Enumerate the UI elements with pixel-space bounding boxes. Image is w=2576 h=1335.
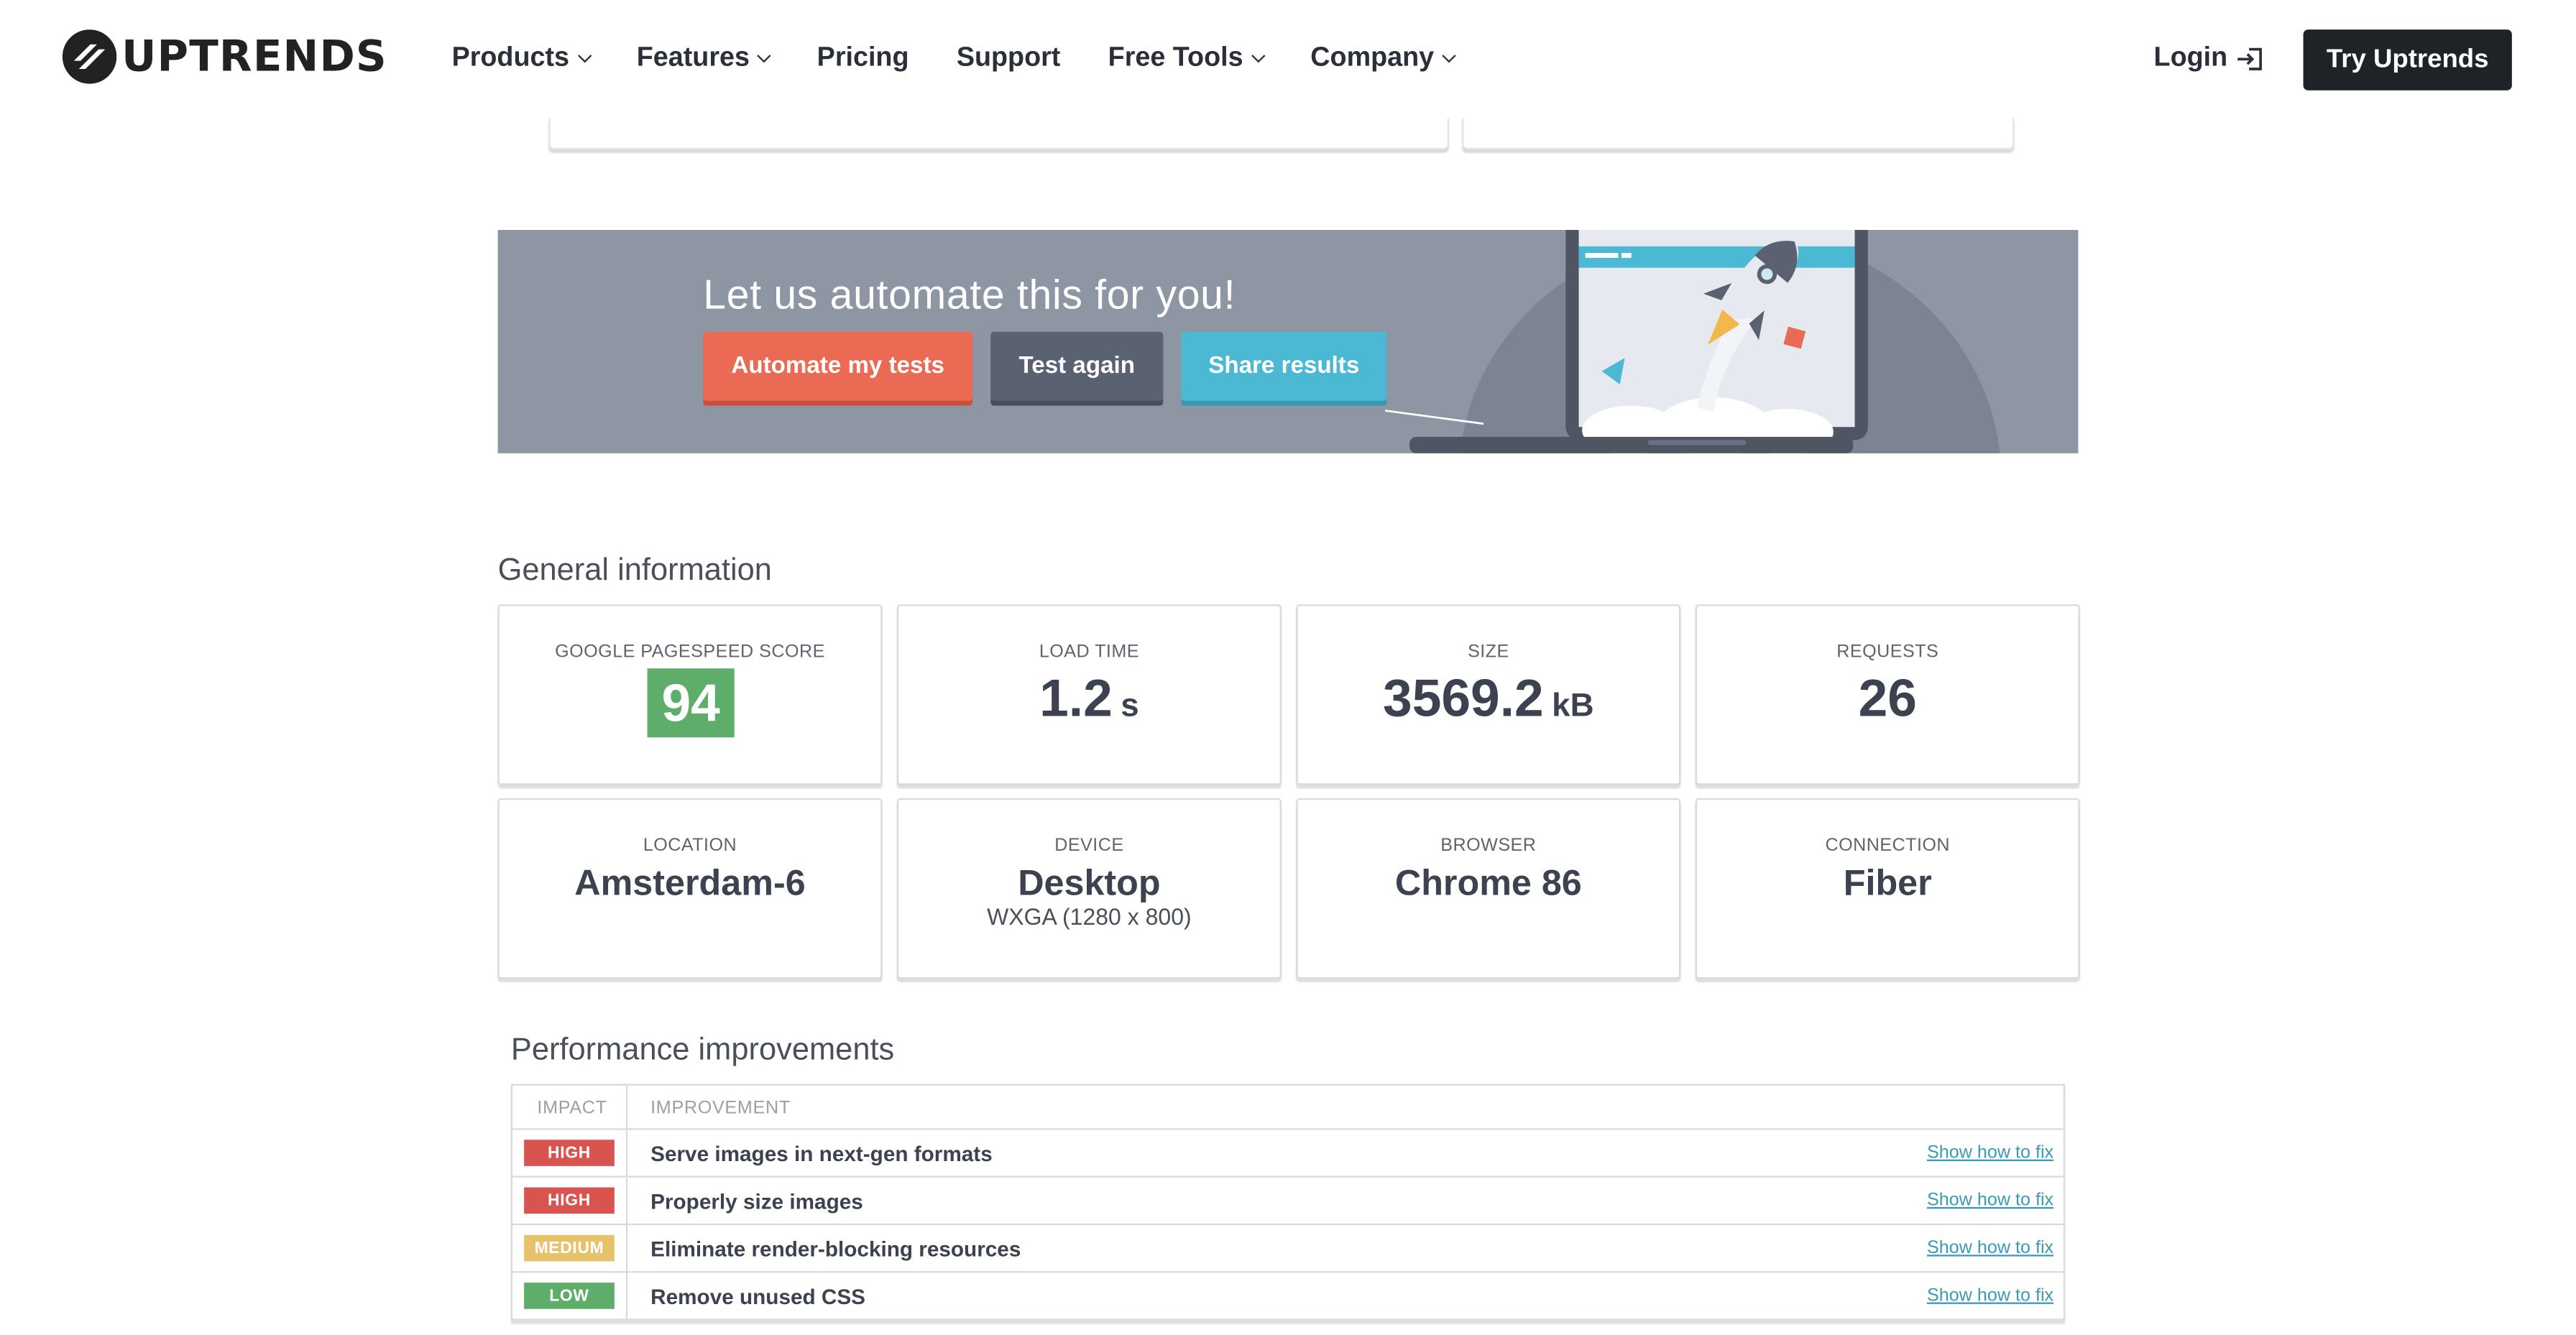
table-row: HIGH Properly size images Show how to fi… [512,1175,2064,1226]
device-value: Desktop [1018,861,1161,904]
menu-support-label: Support [956,42,1061,73]
performance-improvements-title: Performance improvements [510,1033,895,1068]
impact-badge-medium: MEDIUM [524,1234,615,1262]
chevron-down-icon [576,47,592,63]
chevron-down-icon [1442,47,1456,63]
test-again-button[interactable]: Test again [990,331,1164,401]
uptrends-logo[interactable]: UPTRENDS [62,29,387,84]
requests-card: REQUESTS 26 [1695,604,2080,785]
show-how-to-fix-link[interactable]: Show how to fix [1927,1238,2053,1257]
impact-badge-high: HIGH [524,1187,615,1214]
connection-card: CONNECTION Fiber [1695,798,2080,979]
location-card: LOCATION Amsterdam-6 [497,798,883,979]
performance-table: IMPACT IMPROVEMENT HIGH Serve images in … [510,1084,2066,1321]
menu-company-label: Company [1310,42,1435,73]
menu-free-tools-label: Free Tools [1108,42,1243,73]
menu-company[interactable]: Company [1310,42,1456,73]
device-resolution: WXGA (1280 x 800) [987,903,1192,930]
load-time-value-wrap: 1.2 s [898,668,1279,729]
uptrends-logo-icon [62,29,117,84]
automate-banner: Let us automate this for you! Automate m… [497,229,2079,453]
login-link[interactable]: Login [2154,42,2266,73]
requests-value: 26 [1858,668,1917,728]
device-label: DEVICE [1054,836,1124,856]
show-how-to-fix-link[interactable]: Show how to fix [1927,1191,2053,1210]
logo-text: UPTRENDS [121,32,387,82]
table-row: LOW Remove unused CSS Show how to fix [512,1271,2064,1321]
load-time-unit: s [1121,688,1139,724]
browser-label: BROWSER [1440,836,1537,856]
size-card: SIZE 3569.2 kB [1296,604,1681,785]
table-row: HIGH Serve images in next-gen formats Sh… [512,1128,2064,1178]
menu-pricing[interactable]: Pricing [817,42,909,73]
show-how-to-fix-link[interactable]: Show how to fix [1927,1143,2053,1163]
pagespeed-score-badge: 94 [647,668,735,738]
load-time-card: LOAD TIME 1.2 s [896,604,1282,785]
load-time-label: LOAD TIME [1039,642,1139,662]
top-navigation: UPTRENDS Products Features Pricing Suppo… [0,0,2576,119]
menu-products[interactable]: Products [451,42,592,73]
improvement-text: Serve images in next-gen formats [650,1141,993,1166]
rocket-laptop-illustration [1384,229,2000,453]
location-value: Amsterdam-6 [574,861,806,904]
table-row: MEDIUM Eliminate render-blocking resourc… [512,1223,2064,1273]
impact-badge-high: HIGH [524,1140,615,1166]
device-card: DEVICE Desktop WXGA (1280 x 800) [896,798,1282,979]
menu-support[interactable]: Support [957,42,1061,73]
size-value-wrap: 3569.2 kB [1298,668,1679,729]
browser-value: Chrome 86 [1394,861,1582,904]
menu-products-label: Products [451,42,570,73]
menu-features-label: Features [636,42,750,73]
improvement-text: Remove unused CSS [650,1284,866,1309]
location-label: LOCATION [643,836,737,856]
menu-free-tools[interactable]: Free Tools [1108,42,1265,73]
show-how-to-fix-link[interactable]: Show how to fix [1927,1286,2053,1306]
impact-badge-low: LOW [524,1283,615,1309]
login-label: Login [2153,42,2228,73]
main-menu: Products Features Pricing Support Free T… [452,42,1501,73]
load-time-value: 1.2 [1039,668,1113,728]
login-icon [2237,47,2262,70]
chevron-down-icon [757,47,772,63]
partial-card-right [1462,118,2015,149]
connection-value: Fiber [1843,861,1932,904]
connection-label: CONNECTION [1825,836,1951,856]
banner-title: Let us automate this for you! [703,272,1236,319]
browser-card: BROWSER Chrome 86 [1296,798,1681,979]
partial-card-left [548,118,1449,149]
pagespeed-score-card: GOOGLE PAGESPEED SCORE 94 [497,604,883,785]
menu-pricing-label: Pricing [816,42,909,73]
improvement-header: IMPROVEMENT [650,1099,791,1119]
size-value: 3569.2 [1383,668,1544,728]
automate-my-tests-button[interactable]: Automate my tests [703,331,973,401]
chevron-down-icon [1251,47,1265,63]
size-label: SIZE [1467,642,1509,662]
requests-label: REQUESTS [1836,642,1939,662]
general-information-title: General information [497,553,772,588]
improvement-text: Properly size images [650,1188,863,1214]
menu-features[interactable]: Features [636,42,772,73]
share-results-button[interactable]: Share results [1181,331,1387,401]
size-unit: kB [1552,688,1594,724]
pagespeed-label: GOOGLE PAGESPEED SCORE [555,642,825,662]
try-uptrends-button[interactable]: Try Uptrends [2303,29,2512,91]
impact-header: IMPACT [537,1099,607,1119]
improvement-text: Eliminate render-blocking resources [650,1237,1021,1262]
